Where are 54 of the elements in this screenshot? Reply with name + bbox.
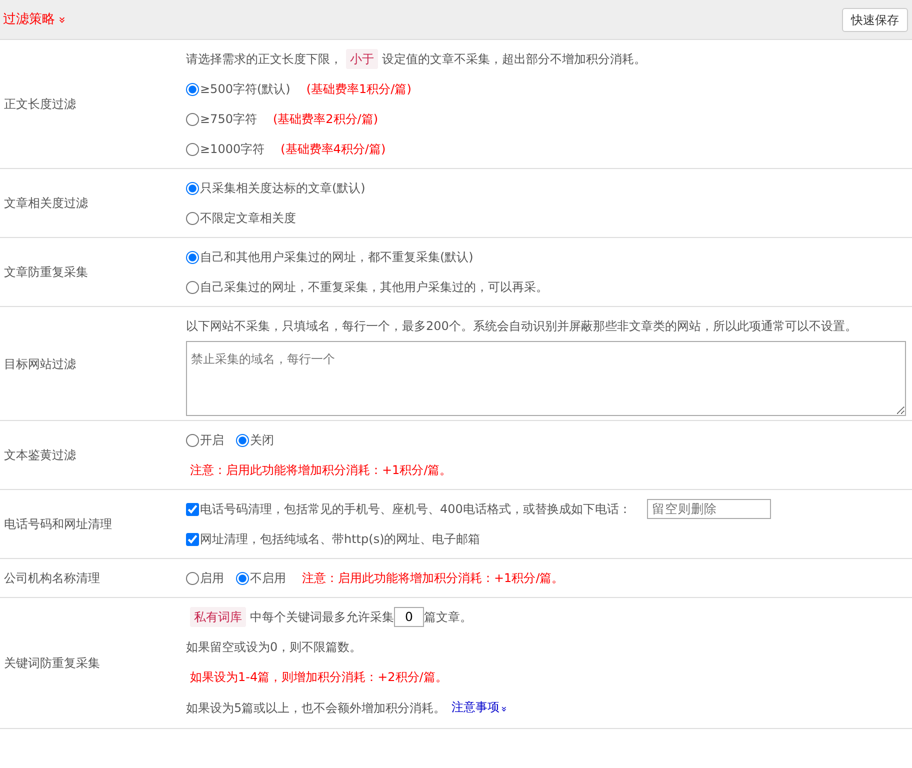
option-label[interactable]: 网址清理，包括纯域名、带http(s)的网址、电子邮箱 (200, 524, 480, 554)
description-text: 请选择需求的正文长度下限， (186, 51, 342, 68)
setting-label: 目标网站过滤 (3, 356, 77, 372)
checkbox[interactable] (186, 502, 199, 516)
radio-button[interactable] (186, 280, 199, 294)
description-text: 以下网站不采集，只填域名，每行一个，最多200个。系统会自动识别并屏蔽那些非文章类的网站，所以此项通常可以不设置。 (186, 318, 857, 335)
radio-button[interactable] (186, 250, 199, 264)
setting-label: 关键词防重复采集 (3, 655, 101, 672)
warning-note: 如果设为1-4篇，则增加积分消耗：+2积分/篇。 (190, 669, 448, 686)
notes-link[interactable]: 注意事项 » (452, 692, 506, 724)
option-label[interactable]: 启用 (200, 563, 224, 593)
option-label[interactable]: 电话号码清理，包括常见的手机号、座机号、400电话格式，或替换成如下电话： (200, 494, 631, 524)
setting-label: 文章防重复采集 (3, 264, 89, 281)
option-label[interactable]: 关闭 (250, 425, 274, 455)
radio-button[interactable] (186, 142, 199, 156)
phone-input-field[interactable]: 留空则删除 (646, 499, 771, 519)
setting-label: 正文长度过滤 (3, 96, 77, 113)
radio-button[interactable] (186, 572, 199, 584)
description-text: 中每个关键词最多允许采集 (250, 609, 394, 626)
radio-button[interactable] (186, 182, 199, 194)
domain-textarea[interactable]: 禁止采集的域名，每行一个 (186, 341, 906, 416)
highlight-tag: 小于 (346, 49, 378, 69)
option-label[interactable]: 自己和其他用户采集过的网址，都不重复采集(默认) (200, 242, 474, 272)
warning-note: 注意：启用此功能将增加积分消耗：+1积分/篇。 (190, 462, 452, 479)
option-label[interactable]: ≥750字符 (200, 104, 257, 134)
option-label[interactable]: 开启 (200, 425, 224, 455)
option-label[interactable]: 不限定文章相关度 (200, 203, 296, 233)
option-label[interactable]: 只采集相关度达标的文章(默认) (200, 173, 366, 203)
highlight-tag: 私有词库 (190, 607, 246, 627)
radio-button[interactable] (186, 112, 199, 126)
radio-button[interactable] (236, 572, 249, 584)
setting-label: 文章相关度过滤 (3, 195, 89, 212)
description-text: 如果设为5篇或以上，也不会额外增加积分消耗。 (186, 700, 446, 717)
radio-button[interactable] (236, 434, 249, 446)
warning-note: (基础费率1积分/篇) (306, 81, 412, 98)
radio-button[interactable] (186, 212, 199, 224)
count-input-field[interactable]: 0 (394, 607, 424, 627)
option-label[interactable]: 自己采集过的网址，不重复采集，其他用户采集过的，可以再采。 (200, 272, 548, 302)
radio-button[interactable] (186, 82, 199, 96)
radio-button[interactable] (186, 434, 199, 446)
description-text: 设定值的文章不采集，超出部分不增加积分消耗。 (382, 51, 646, 68)
option-label[interactable]: ≥500字符(默认) (200, 74, 290, 104)
checkbox[interactable] (186, 532, 199, 546)
description-text: 篇文章。 (424, 609, 472, 626)
warning-note: 注意：启用此功能将增加积分消耗：+1积分/篇。 (302, 570, 564, 587)
quick-save-button[interactable]: 快速保存 (842, 8, 908, 32)
setting-label: 电话号码和网址清理 (3, 516, 113, 533)
setting-label: 公司机构名称清理 (3, 570, 101, 587)
warning-note: (基础费率2积分/篇) (272, 111, 378, 128)
option-label[interactable]: ≥1000字符 (200, 134, 265, 164)
option-label[interactable]: 不启用 (250, 563, 286, 593)
warning-note: (基础费率4积分/篇) (280, 141, 386, 158)
setting-label: 文本鉴黄过滤 (3, 447, 77, 464)
description-text: 如果留空或设为0，则不限篇数。 (186, 639, 362, 656)
